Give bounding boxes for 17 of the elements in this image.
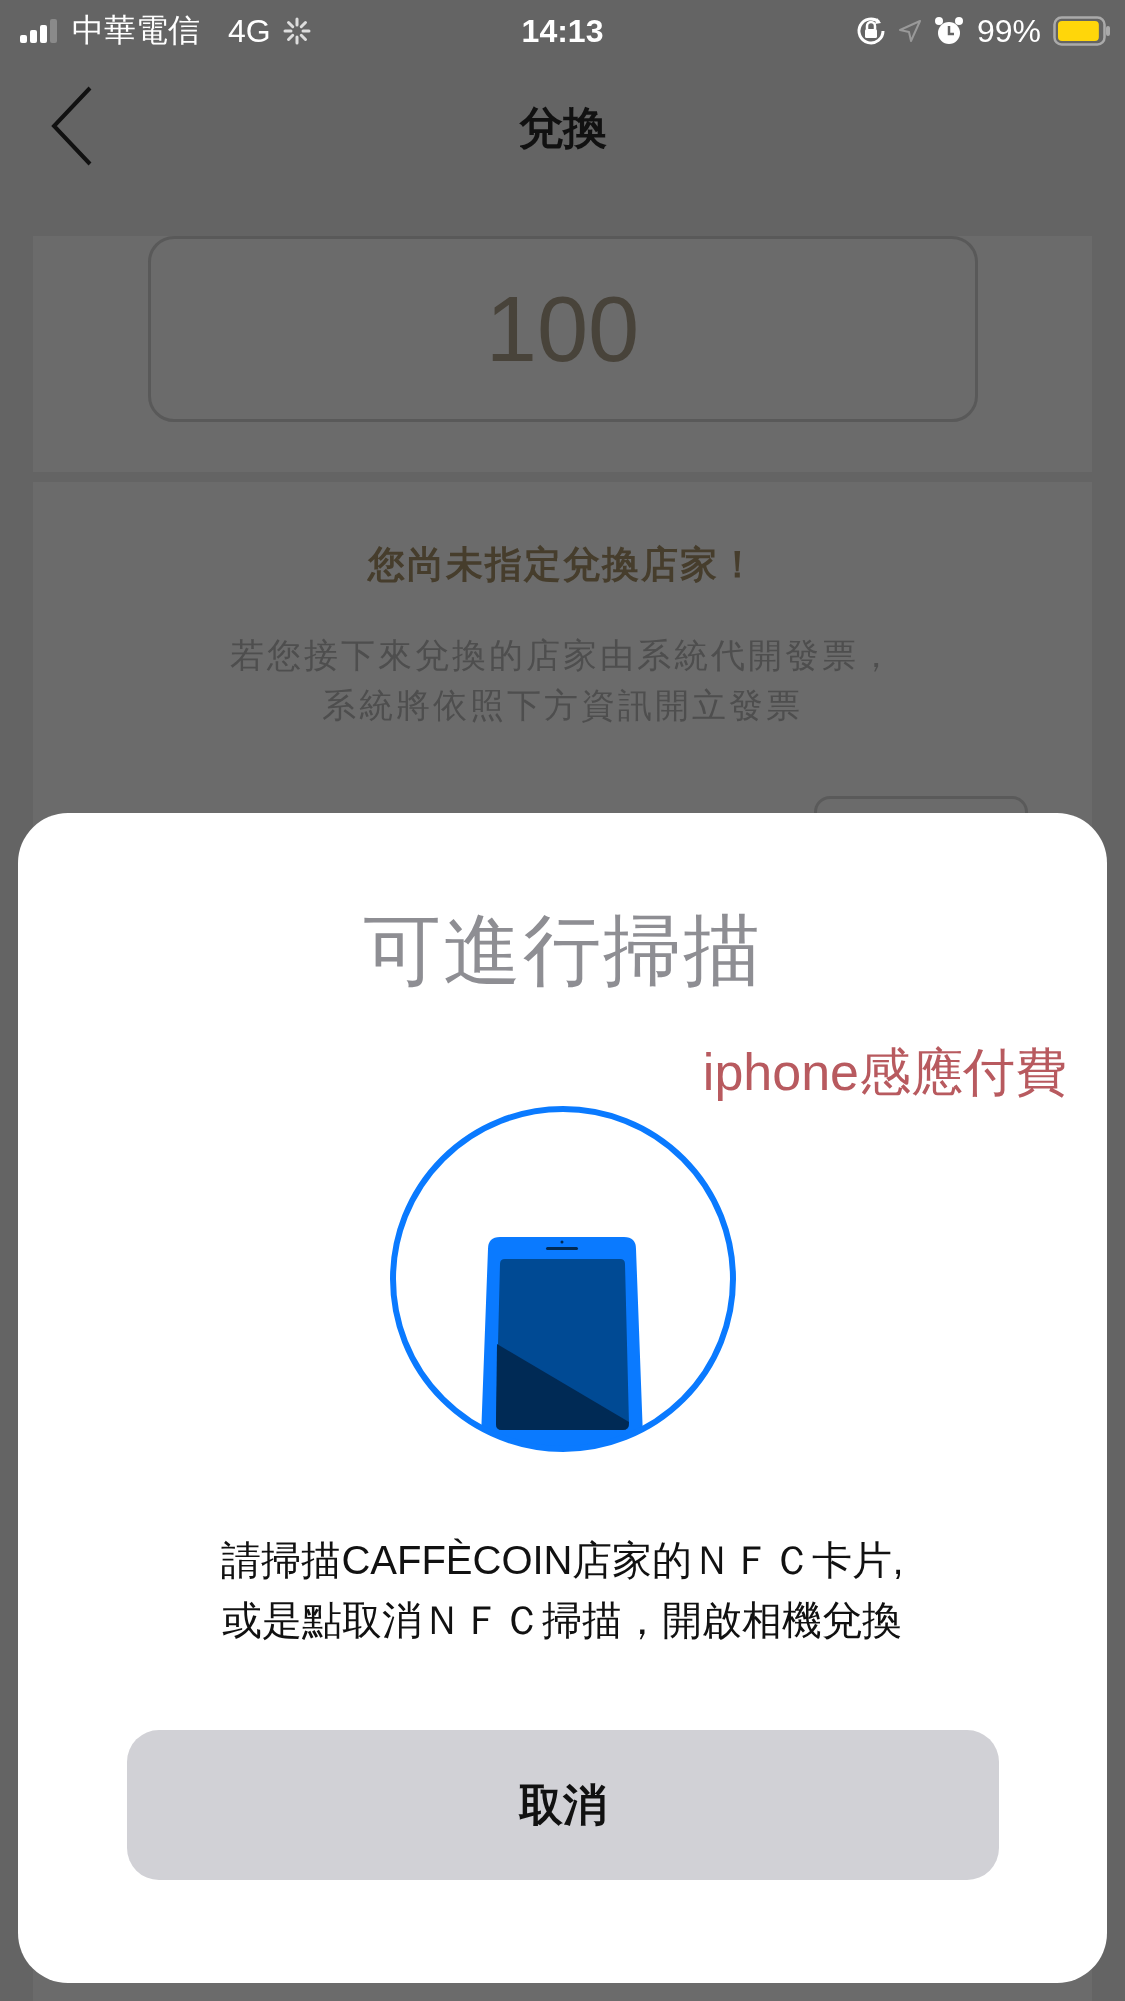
location-arrow-icon <box>898 20 921 42</box>
loading-spinner-icon <box>282 17 311 45</box>
alarm-clock-icon <box>932 15 965 47</box>
battery-percent: 99% <box>976 12 1041 50</box>
status-time: 14:13 <box>521 12 604 50</box>
rotation-lock-icon <box>854 15 887 47</box>
notice-title: 您尚未指定兌換店家！ <box>367 543 758 587</box>
signal-icon <box>20 19 60 43</box>
carrier-name: 中華電信 <box>72 11 200 50</box>
annotation-text: iphone感應付費 <box>702 1042 1067 1103</box>
network-type: 4G <box>228 12 271 50</box>
scan-instructions: 請掃描CAFFÈCOIN店家的ＮＦＣ卡片, 或是點取消ＮＦＣ掃描，開啟相機兌換 <box>221 1537 904 1644</box>
sheet-title: 可進行掃描 <box>362 905 763 996</box>
battery-icon <box>1053 16 1111 46</box>
cancel-button[interactable]: 取消 <box>126 1730 999 1880</box>
back-chevron-icon[interactable] <box>50 86 94 166</box>
page-title: 兌換 <box>518 101 607 154</box>
